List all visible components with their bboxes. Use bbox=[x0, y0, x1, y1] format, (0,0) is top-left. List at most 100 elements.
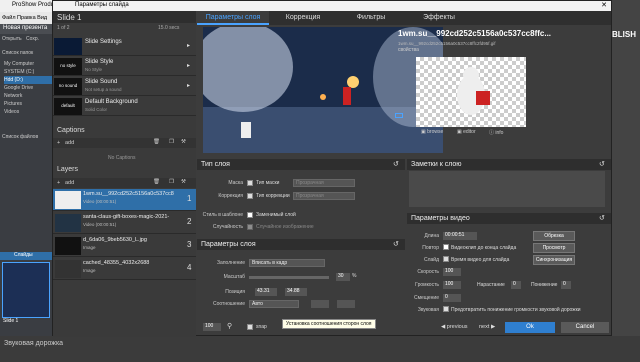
correction-type-select[interactable]: Прозрачная bbox=[293, 192, 355, 200]
folders-label: Список папок bbox=[2, 50, 34, 56]
ok-button[interactable]: Ok bbox=[505, 322, 555, 333]
tab-correction[interactable]: Коррекция bbox=[269, 11, 337, 25]
mask-type-label: Тип маски bbox=[256, 180, 280, 186]
tools-icon[interactable]: ⚒ bbox=[181, 139, 186, 145]
background-thumb: default bbox=[54, 98, 82, 115]
ratio-width-input[interactable] bbox=[311, 300, 329, 308]
ratio-height-input[interactable] bbox=[337, 300, 355, 308]
repeat-checkbox[interactable] bbox=[443, 244, 449, 250]
tab-filters[interactable]: Фильтры bbox=[337, 11, 405, 25]
scale-label: Масштаб bbox=[223, 274, 245, 280]
dialog-title-bar: Параметры слайда ✕ bbox=[53, 1, 611, 11]
browse-button[interactable]: ▣ browse bbox=[421, 129, 443, 135]
zoom-input[interactable]: 100 bbox=[203, 323, 221, 331]
replaceable-checkbox[interactable] bbox=[247, 212, 253, 218]
reset-icon[interactable]: ↺ bbox=[599, 160, 605, 168]
info-button[interactable]: ⓘ info bbox=[489, 129, 503, 136]
volume-input[interactable]: 100 bbox=[443, 281, 461, 289]
captions-toolbar: + add 🗑 ❐ ⚒ bbox=[53, 138, 196, 148]
layer-item[interactable]: cached_48355_4032x2688 Image 4 bbox=[53, 258, 196, 280]
app-right-panel bbox=[612, 0, 640, 362]
app-menu[interactable]: Файл Правка Вид bbox=[0, 12, 56, 24]
mask-type-select[interactable]: Прозрачная bbox=[293, 179, 355, 187]
speed-input[interactable]: 100 bbox=[443, 268, 461, 276]
correction-label: Коррекция bbox=[218, 193, 243, 199]
mask-label: Маска bbox=[228, 180, 243, 186]
tree-item[interactable]: Network bbox=[4, 92, 56, 100]
selection-handle[interactable] bbox=[395, 113, 403, 118]
layer-file-path: 1wm.su__992cd252c5156a0c537cc8ffc2fd95f.… bbox=[398, 41, 496, 46]
cancel-button[interactable]: Cancel bbox=[561, 322, 609, 333]
tree-item[interactable]: Videos bbox=[4, 108, 56, 116]
layer-type-header: Тип слоя bbox=[197, 159, 405, 170]
slide-options-dialog: Параметры слайда ✕ Slide 1 1 of 2 15.0 se… bbox=[52, 0, 612, 337]
tree-item[interactable]: Google Drive bbox=[4, 84, 56, 92]
slide-style-row[interactable]: no style Slide Style No Style ▸ bbox=[53, 57, 196, 76]
trash-icon[interactable]: 🗑 bbox=[153, 139, 160, 145]
slide-settings-row[interactable]: Slide Settings ▸ bbox=[53, 37, 196, 56]
tree-item[interactable]: My Computer bbox=[4, 60, 56, 68]
add-caption-button[interactable]: add bbox=[65, 140, 74, 146]
properties-link[interactable]: свойства bbox=[398, 47, 419, 53]
arrow-right-icon: ▶ bbox=[490, 324, 496, 330]
position-y-input[interactable]: 34.88 bbox=[285, 288, 307, 296]
mask-checkbox[interactable] bbox=[247, 180, 253, 186]
fadeout-input[interactable]: 0 bbox=[561, 281, 571, 289]
ratio-select[interactable]: Авто bbox=[249, 300, 299, 308]
close-icon[interactable]: ✕ bbox=[601, 1, 607, 9]
slide-thumbnail[interactable] bbox=[2, 262, 50, 318]
sync-button[interactable]: Синхронизация bbox=[533, 255, 575, 265]
preview-button[interactable]: Просмотр bbox=[533, 243, 575, 253]
snap-checkbox[interactable] bbox=[247, 324, 253, 330]
slide-time-checkbox[interactable] bbox=[443, 256, 449, 262]
editor-button[interactable]: ▣ editor bbox=[457, 129, 476, 135]
tree-item[interactable]: Hdd (D:) bbox=[4, 76, 56, 84]
repeat-option-label: Видеоклип до конца слайда bbox=[451, 245, 517, 251]
sound-checkbox[interactable] bbox=[443, 306, 449, 312]
offset-input[interactable]: 0 bbox=[443, 294, 461, 302]
reset-icon[interactable]: ↺ bbox=[599, 214, 605, 222]
trim-button[interactable]: Обрезка bbox=[533, 231, 575, 241]
next-button[interactable]: next ▶ bbox=[479, 324, 495, 330]
add-layer-button[interactable]: add bbox=[65, 180, 74, 186]
fill-select[interactable]: Вписать в кадр bbox=[249, 259, 325, 267]
scale-input[interactable]: 30 bbox=[336, 273, 350, 281]
tab-effects[interactable]: Эффекты bbox=[405, 11, 473, 25]
copy-icon[interactable]: ❐ bbox=[169, 139, 174, 145]
slides-tab[interactable]: Слайды bbox=[0, 252, 56, 260]
random-image-checkbox[interactable] bbox=[247, 224, 253, 230]
tree-item[interactable]: Pictures bbox=[4, 100, 56, 108]
save-button[interactable]: Сохр. bbox=[26, 36, 39, 42]
tree-item[interactable]: SYSTEM (C:) bbox=[4, 68, 56, 76]
plus-icon[interactable]: + bbox=[57, 180, 60, 186]
copy-icon[interactable]: ❐ bbox=[169, 179, 174, 185]
tab-layer-settings[interactable]: Параметры слоя bbox=[197, 11, 269, 25]
reset-icon[interactable]: ↺ bbox=[393, 240, 399, 248]
scale-slider[interactable] bbox=[249, 276, 329, 279]
magnifier-icon[interactable]: ⚲ bbox=[227, 322, 232, 330]
plus-icon[interactable]: + bbox=[57, 140, 60, 146]
position-x-input[interactable]: 43.31 bbox=[255, 288, 277, 296]
notes-textarea[interactable] bbox=[409, 171, 605, 207]
slide-title: Slide 1 bbox=[53, 11, 196, 23]
open-button[interactable]: Открыть bbox=[2, 36, 22, 42]
correction-checkbox[interactable] bbox=[247, 193, 253, 199]
layer-item[interactable]: d_6da06_9beb5630_L.jpg Image 3 bbox=[53, 235, 196, 257]
tools-icon[interactable]: ⚒ bbox=[181, 179, 186, 185]
trash-icon[interactable]: 🗑 bbox=[153, 179, 160, 185]
length-label: Длина bbox=[424, 233, 439, 239]
slide-sound-row[interactable]: no sound Slide Sound Not setup a sound ▸ bbox=[53, 77, 196, 96]
editor-label: editor bbox=[463, 129, 476, 135]
folder-tree[interactable]: My Computer SYSTEM (C:) Hdd (D:) Google … bbox=[0, 60, 56, 116]
notes-header: Заметки к слою bbox=[407, 159, 611, 170]
layer-thumb bbox=[55, 260, 81, 278]
layer-name: 1wm.su__992cd252c5156a0c537cc8 bbox=[83, 191, 174, 197]
layer-number: 3 bbox=[187, 240, 192, 249]
settings-thumb bbox=[54, 38, 82, 55]
layer-item[interactable]: santa-claus-gift-boxes-magic-2021- Video … bbox=[53, 212, 196, 234]
fadein-input[interactable]: 0 bbox=[511, 281, 521, 289]
default-background-row[interactable]: default Default Background Solid Color bbox=[53, 97, 196, 116]
reset-icon[interactable]: ↺ bbox=[393, 160, 399, 168]
layer-item[interactable]: 1wm.su__992cd252c5156a0c537cc8 Video (00:… bbox=[53, 189, 196, 211]
previous-button[interactable]: ◀ previous bbox=[441, 324, 468, 330]
